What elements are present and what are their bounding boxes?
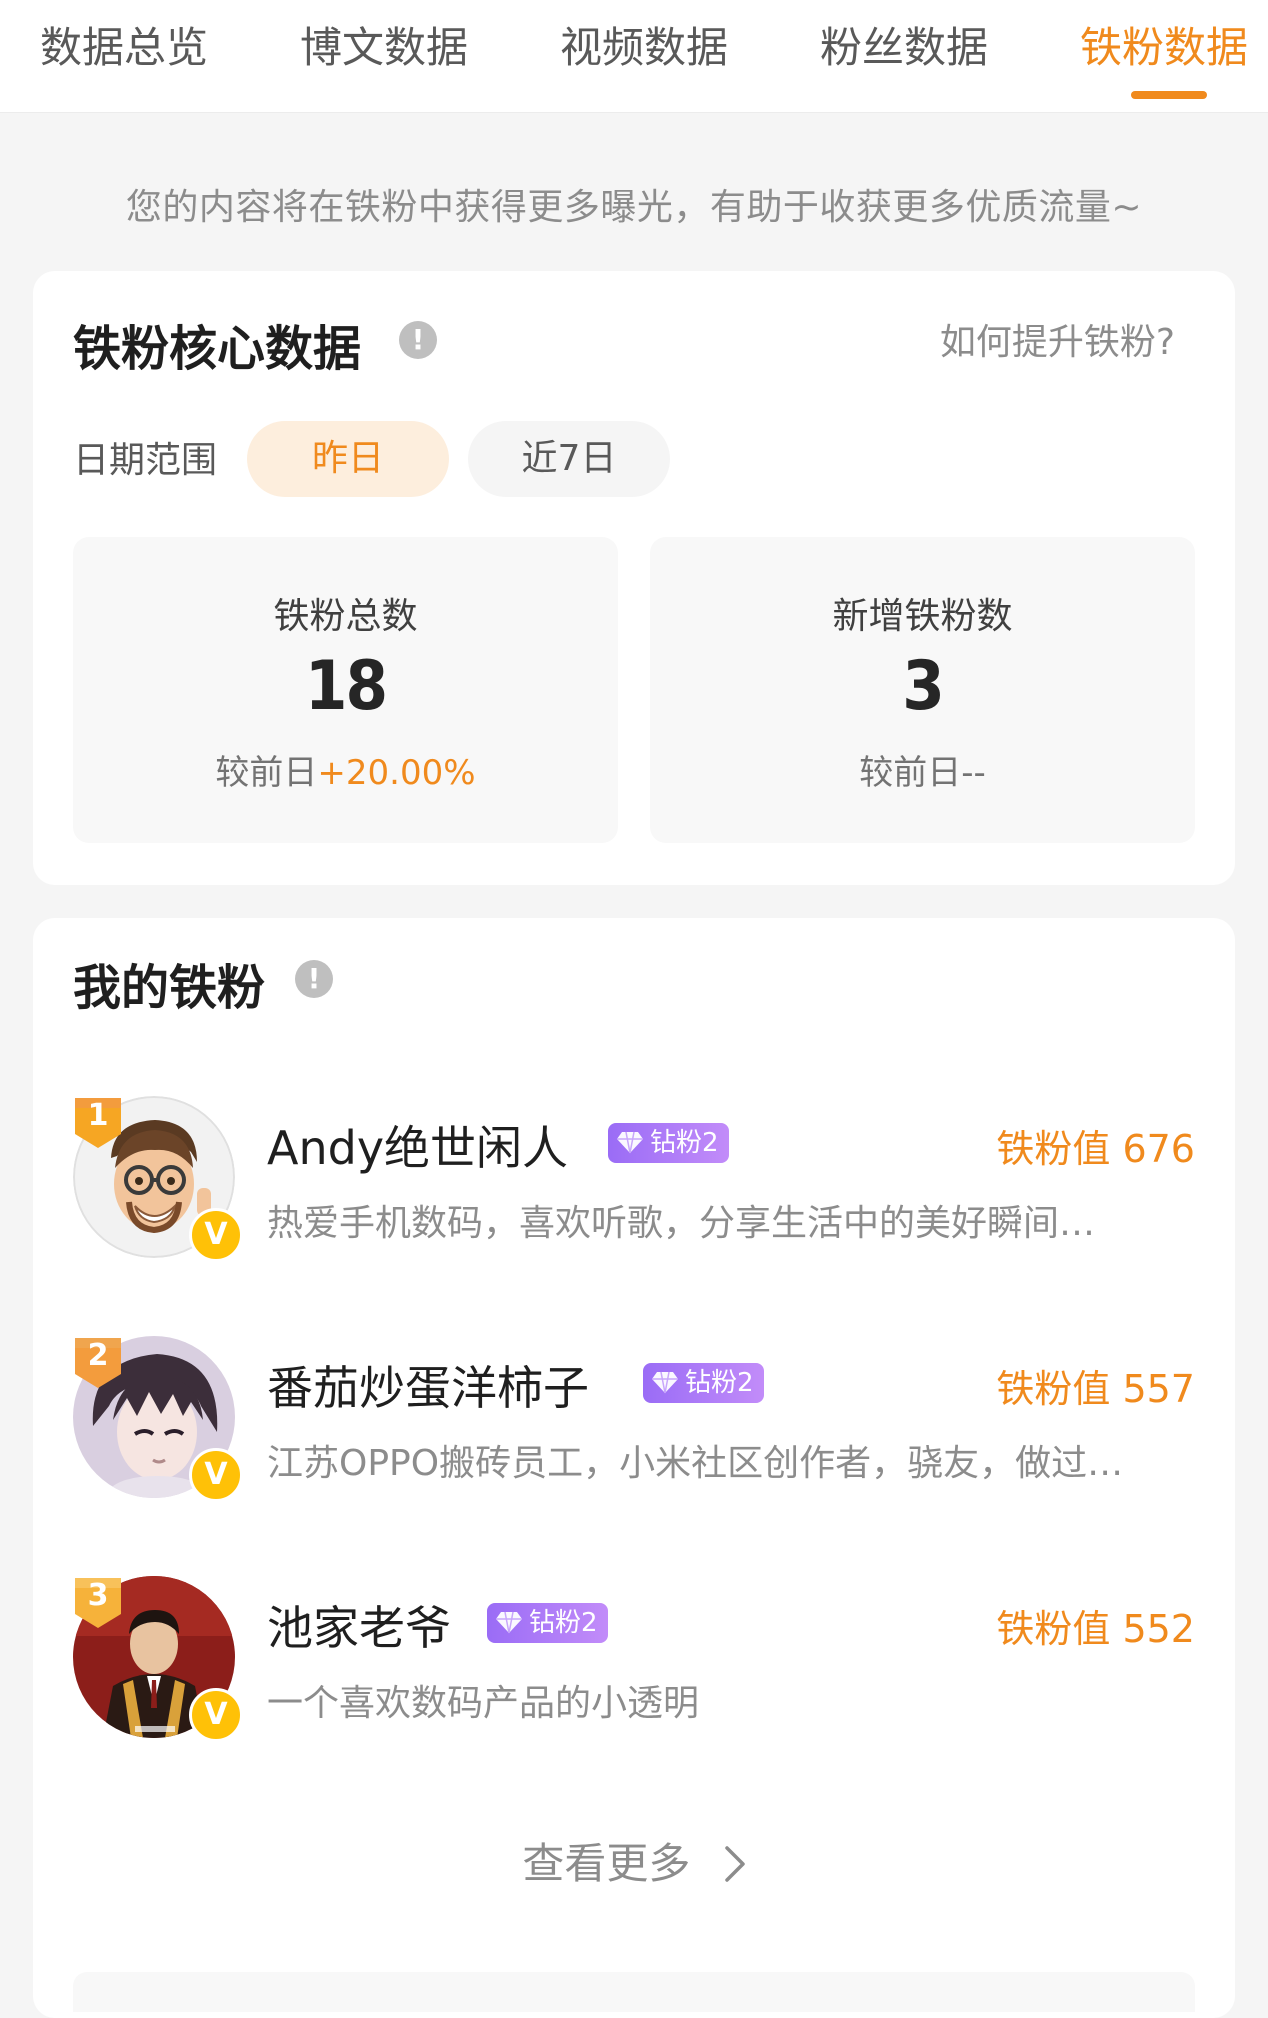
verified-badge-icon: V — [189, 1688, 243, 1742]
stat-label: 铁粉总数 — [273, 596, 418, 637]
rank-badge: 1 — [71, 1094, 125, 1152]
fan-score: 铁粉值 557 — [996, 1367, 1195, 1411]
rank-number: 1 — [87, 1098, 109, 1133]
fan-avatar-wrap: 1 V — [71, 1094, 243, 1262]
fan-level-badge: 钻粉2 — [643, 1363, 764, 1403]
iron-fan-core-data-card: 铁粉核心数据 ! 如何提升铁粉? 日期范围 昨日 近7日 铁粉总数 18 较前日… — [33, 271, 1235, 885]
fan-score: 铁粉值 552 — [996, 1607, 1195, 1651]
core-info-icon[interactable]: ! — [399, 321, 437, 359]
core-data-title: 铁粉核心数据 — [73, 321, 362, 377]
fan-row[interactable]: 3 V 池家老爷 钻粉2 铁粉值 552 一个喜欢数码产品的小透明 — [33, 1576, 1235, 1756]
tab-videos[interactable]: 视频数据 — [560, 18, 728, 78]
my-fans-title: 我的铁粉 — [73, 960, 266, 1016]
total-iron-fans-stat: 铁粉总数 18 较前日+20.00% — [73, 537, 618, 843]
fan-level-label: 钻粉2 — [529, 1608, 598, 1638]
compare-value: -- — [961, 753, 986, 793]
rank-badge: 3 — [71, 1574, 125, 1632]
fan-level-label: 钻粉2 — [685, 1368, 754, 1398]
stat-label: 新增铁粉数 — [832, 596, 1013, 637]
view-more-label: 查看更多 — [522, 1839, 691, 1888]
fan-score: 铁粉值 676 — [996, 1127, 1195, 1171]
top-tab-bar: 数据总览 博文数据 视频数据 粉丝数据 铁粉数据 — [0, 0, 1268, 113]
active-tab-indicator — [1131, 91, 1207, 99]
date-option-last-7-days[interactable]: 近7日 — [468, 421, 670, 497]
stat-value: 3 — [902, 647, 945, 726]
rank-number: 3 — [87, 1578, 109, 1613]
tab-iron-fans[interactable]: 铁粉数据 — [1080, 18, 1248, 78]
fan-row[interactable]: 1 V Andy绝世闲人 钻粉2 铁粉值 676 热爱手机数码，喜欢听歌，分享生… — [33, 1096, 1235, 1276]
diamond-icon — [652, 1371, 678, 1393]
fans-info-icon[interactable]: ! — [295, 960, 333, 998]
fan-avatar-wrap: 3 V — [71, 1574, 243, 1742]
rank-badge: 2 — [71, 1334, 125, 1392]
exposure-tip-banner: 您的内容将在铁粉中获得更多曝光，有助于收获更多优质流量~ — [125, 187, 1143, 228]
compare-value: +20.00% — [317, 753, 476, 793]
rank-number: 2 — [87, 1338, 109, 1373]
stat-value: 18 — [304, 647, 388, 726]
fan-avatar-wrap: 2 V — [71, 1334, 243, 1502]
fan-level-badge: 钻粉2 — [608, 1123, 729, 1163]
diamond-icon — [617, 1131, 643, 1153]
tab-posts[interactable]: 博文数据 — [300, 18, 468, 78]
verified-badge-icon: V — [189, 1208, 243, 1262]
date-option-yesterday[interactable]: 昨日 — [247, 421, 449, 497]
tab-fans[interactable]: 粉丝数据 — [820, 18, 988, 78]
compare-prefix: 较前日 — [215, 753, 318, 793]
fan-level-badge: 钻粉2 — [487, 1603, 608, 1643]
date-range-label: 日期范围 — [73, 440, 218, 481]
fan-name: Andy绝世闲人 — [267, 1121, 569, 1175]
view-more-button[interactable]: 查看更多 — [33, 1830, 1235, 1891]
fan-name: 池家老爷 — [267, 1601, 451, 1655]
compare-prefix: 较前日 — [859, 753, 962, 793]
fan-name: 番茄炒蛋洋柿子 — [267, 1361, 589, 1415]
verified-badge-icon: V — [189, 1448, 243, 1502]
fan-bio: 一个喜欢数码产品的小透明 — [267, 1683, 700, 1724]
stat-compare: 较前日-- — [650, 745, 1195, 794]
diamond-icon — [496, 1611, 522, 1633]
how-to-grow-link[interactable]: 如何提升铁粉? — [940, 313, 1175, 365]
stat-compare: 较前日+20.00% — [73, 745, 618, 794]
fan-bio: 热爱手机数码，喜欢听歌，分享生活中的美好瞬间… — [267, 1203, 1096, 1244]
fan-bio: 江苏OPPO搬砖员工，小米社区创作者，骁友，做过… — [267, 1443, 1124, 1484]
fan-row[interactable]: 2 V 番茄炒蛋洋柿子 钻粉2 铁粉值 557 江苏OPPO搬砖员工，小米社区创… — [33, 1336, 1235, 1516]
next-section-strip — [73, 1972, 1195, 2012]
my-iron-fans-card: 我的铁粉 ! 1 V Andy绝世闲人 钻粉2 铁粉值 676 热爱手机数码，喜… — [33, 918, 1235, 2018]
new-iron-fans-stat: 新增铁粉数 3 较前日-- — [650, 537, 1195, 843]
chevron-right-icon — [724, 1845, 745, 1882]
tab-overview[interactable]: 数据总览 — [40, 18, 208, 78]
fan-level-label: 钻粉2 — [650, 1128, 719, 1158]
